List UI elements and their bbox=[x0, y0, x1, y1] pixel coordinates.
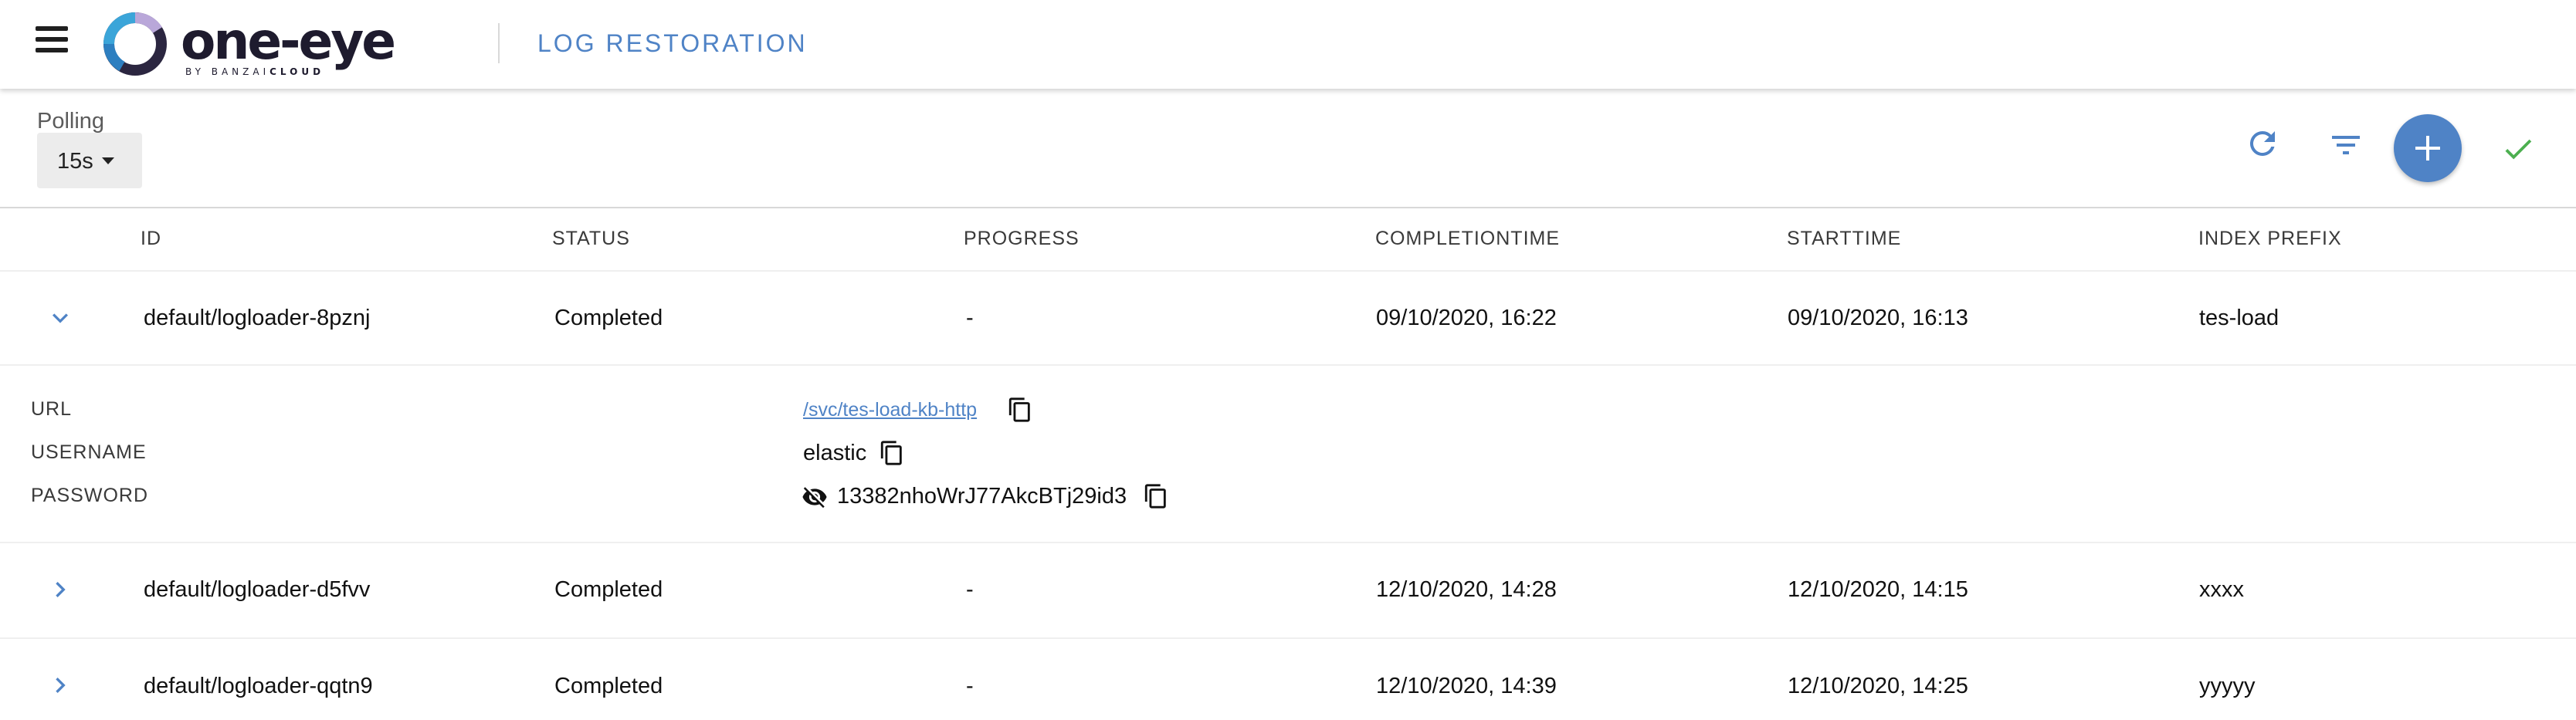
column-header-completiontime[interactable]: COMPLETIONTIME bbox=[1375, 227, 1560, 250]
copy-password-icon[interactable] bbox=[1143, 482, 1169, 511]
row-status: Completed bbox=[554, 674, 663, 698]
detail-url-link[interactable]: /svc/tes-load-kb-http bbox=[803, 399, 977, 421]
eye-off-icon[interactable] bbox=[802, 484, 828, 510]
chevron-right-icon bbox=[56, 582, 66, 597]
page-title: LOG RESTORATION bbox=[537, 29, 808, 57]
row-index-prefix: xxxx bbox=[2199, 577, 2244, 602]
row-progress: - bbox=[966, 674, 974, 698]
one-eye-logo[interactable]: one-eye BY BANZAICLOUD bbox=[102, 9, 434, 80]
column-header-status[interactable]: STATUS bbox=[552, 227, 630, 250]
detail-username-label: USERNAME bbox=[31, 441, 147, 463]
filter-icon bbox=[2332, 136, 2360, 154]
chevron-down-icon bbox=[53, 313, 68, 323]
column-header-progress[interactable]: PROGRESS bbox=[964, 227, 1080, 250]
collapse-row-button[interactable] bbox=[45, 303, 76, 333]
detail-password-value: 13382nhoWrJ77AkcBTj29id3 bbox=[837, 484, 1127, 509]
expand-row-button[interactable] bbox=[45, 574, 76, 605]
row-start-time: 12/10/2020, 14:15 bbox=[1788, 577, 1968, 602]
plus-icon bbox=[2415, 136, 2440, 161]
logo-byline-suffix: CLOUD bbox=[269, 66, 325, 77]
expand-row-button[interactable] bbox=[45, 670, 76, 701]
logo-byline-prefix: BY BANZAI bbox=[185, 66, 270, 77]
hamburger-menu-icon[interactable] bbox=[34, 23, 71, 56]
copy-username-icon[interactable] bbox=[879, 438, 905, 468]
detail-username-value: elastic bbox=[803, 441, 867, 465]
row-id: default/logloader-8pznj bbox=[144, 306, 371, 330]
row-divider bbox=[0, 637, 2576, 639]
row-start-time: 09/10/2020, 16:13 bbox=[1788, 306, 1968, 330]
caret-down-icon bbox=[102, 157, 114, 164]
row-id: default/logloader-d5fvv bbox=[144, 577, 371, 602]
row-index-prefix: tes-load bbox=[2199, 306, 2279, 330]
copy-url-icon[interactable] bbox=[1007, 395, 1033, 424]
toolbar-divider bbox=[0, 207, 2576, 208]
refresh-button[interactable] bbox=[2244, 125, 2281, 162]
app-header: one-eye BY BANZAICLOUD LOG RESTORATION bbox=[0, 0, 2576, 89]
row-divider bbox=[0, 270, 2576, 272]
row-status: Completed bbox=[554, 306, 663, 330]
row-start-time: 12/10/2020, 14:25 bbox=[1788, 674, 1968, 698]
logo-ring-icon bbox=[103, 12, 167, 76]
add-button[interactable] bbox=[2394, 114, 2462, 182]
polling-value: 15s bbox=[57, 149, 93, 174]
logo-wordmark: one-eye bbox=[181, 12, 396, 71]
row-completion-time: 09/10/2020, 16:22 bbox=[1376, 306, 1557, 330]
chevron-right-icon bbox=[56, 678, 66, 693]
confirm-button[interactable] bbox=[2500, 131, 2536, 167]
header-divider bbox=[498, 23, 500, 63]
polling-select[interactable]: 15s bbox=[37, 133, 142, 188]
row-progress: - bbox=[966, 577, 974, 602]
row-completion-time: 12/10/2020, 14:39 bbox=[1376, 674, 1557, 698]
filter-button[interactable] bbox=[2327, 127, 2364, 164]
row-progress: - bbox=[966, 306, 974, 330]
detail-password-label: PASSWORD bbox=[31, 485, 148, 506]
row-status: Completed bbox=[554, 577, 663, 602]
column-header-id[interactable]: ID bbox=[141, 227, 161, 250]
row-completion-time: 12/10/2020, 14:28 bbox=[1376, 577, 1557, 602]
refresh-icon bbox=[2249, 130, 2275, 156]
row-index-prefix: yyyyy bbox=[2199, 674, 2256, 698]
row-id: default/logloader-qqtn9 bbox=[144, 674, 373, 698]
row-divider bbox=[0, 542, 2576, 543]
logo-byline: BY BANZAICLOUD bbox=[185, 66, 324, 77]
polling-label: Polling bbox=[37, 109, 105, 134]
column-header-starttime[interactable]: STARTTIME bbox=[1787, 227, 1901, 250]
check-icon bbox=[2505, 139, 2532, 160]
column-header-index-prefix[interactable]: INDEX PREFIX bbox=[2198, 227, 2342, 250]
row-divider bbox=[0, 364, 2576, 366]
detail-url-label: URL bbox=[31, 398, 73, 420]
